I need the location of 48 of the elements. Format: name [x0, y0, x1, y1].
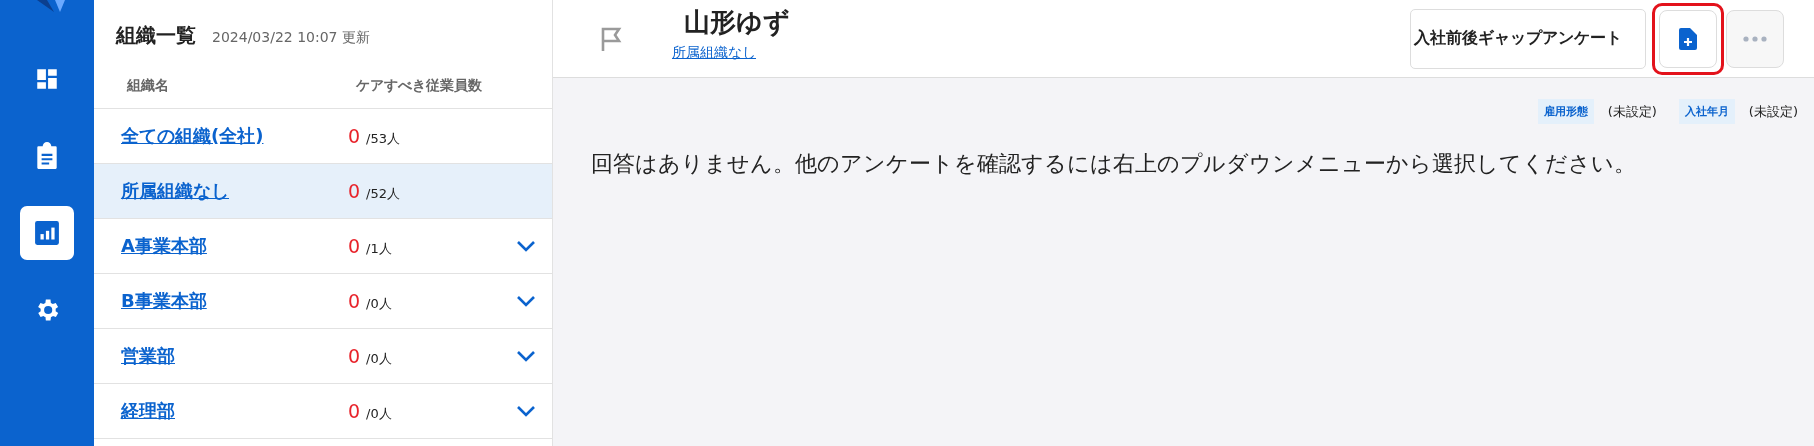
organization-link[interactable]: 経理部 [94, 399, 348, 423]
empty-message: 回答はありません。他のアンケートを確認するには右上のプルダウンメニューから選択してください。 [591, 150, 1637, 178]
attribute-label: 入社年月 [1678, 99, 1735, 124]
organization-link[interactable]: B事業本部 [94, 289, 348, 313]
employee-total: /52人 [366, 184, 400, 203]
chart-nav-button[interactable] [20, 206, 74, 260]
care-count: 0 [348, 289, 361, 312]
attribute-value: (未設定) [1748, 102, 1798, 121]
care-count: 0 [348, 234, 361, 257]
chevron-down-icon[interactable] [516, 405, 536, 417]
organization-row[interactable]: 経理部 0 /0人 [94, 384, 552, 439]
employee-name: 山形ゆず [683, 6, 790, 39]
organization-row[interactable]: B事業本部 0 /0人 [94, 274, 552, 329]
column-header: ケアすべき従業員数 [356, 77, 482, 95]
more-icon [1743, 35, 1767, 42]
dashboard-icon [34, 66, 60, 92]
column-header: 組織名 [125, 77, 170, 95]
organization-link[interactable]: 営業部 [94, 344, 348, 368]
survey-dropdown[interactable]: 入社前後ギャップアンケート [1410, 8, 1646, 69]
employee-total: /0人 [366, 349, 392, 368]
attribute-label: 雇用形態 [1537, 99, 1594, 124]
chevron-down-icon[interactable] [516, 240, 536, 252]
new-document-button[interactable] [1659, 9, 1717, 68]
attribute-value: (未設定) [1607, 102, 1657, 121]
organization-link[interactable]: 所属組織なし [94, 179, 348, 203]
chevron-down-icon[interactable] [516, 350, 536, 362]
bar-chart-icon [34, 220, 60, 246]
care-count: 0 [348, 344, 361, 367]
employee-total: /53人 [366, 129, 400, 148]
chevron-down-icon[interactable] [516, 295, 536, 307]
organization-row[interactable]: 営業部 0 /0人 [94, 329, 552, 384]
care-count: 0 [348, 399, 361, 422]
flag-icon[interactable] [600, 25, 622, 52]
organization-link[interactable]: 所属組織なし [672, 44, 790, 62]
employee-total: /0人 [366, 404, 392, 423]
logo-icon [37, 0, 67, 12]
updated-time: 2024/03/22 10:07 更新 [212, 29, 370, 47]
document-plus-icon [1679, 27, 1697, 50]
organization-link[interactable]: A事業本部 [94, 234, 348, 258]
panel-title: 組織一覧 [116, 22, 196, 49]
care-count: 0 [348, 179, 361, 202]
care-count: 0 [348, 124, 361, 147]
employee-total: /0人 [366, 294, 392, 313]
organization-row[interactable]: 所属組織なし 0 /52人 [94, 164, 552, 219]
clipboard-icon [34, 142, 60, 170]
organization-link[interactable]: 全ての組織(全社) [94, 124, 348, 148]
employee-total: /1人 [366, 239, 392, 258]
organization-row[interactable]: A事業本部 0 /1人 [94, 219, 552, 274]
